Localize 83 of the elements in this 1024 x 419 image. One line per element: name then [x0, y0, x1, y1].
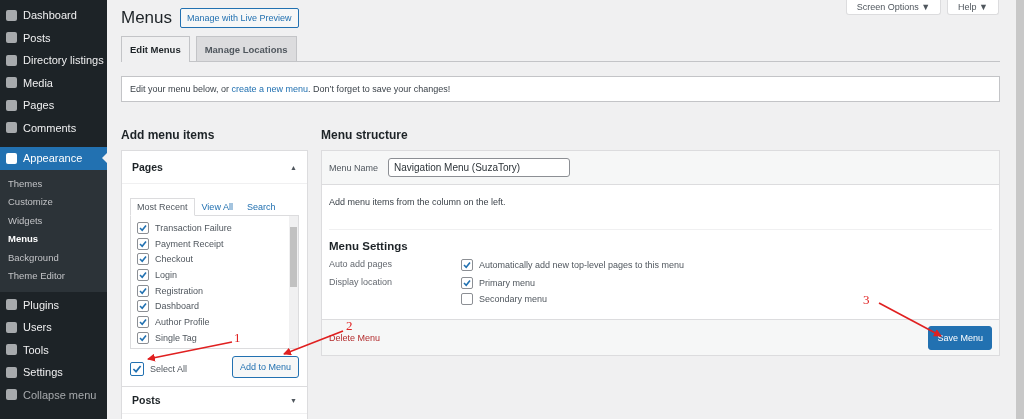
section-heading: Menu structure	[321, 128, 409, 142]
menu-icon	[6, 77, 17, 89]
screen-options-button[interactable]: Screen Options ▼	[845, 0, 942, 15]
sidebar-item[interactable]: Comments	[0, 116, 107, 139]
current-notch-icon	[102, 153, 107, 163]
nav-tab[interactable]: Edit Menus	[121, 36, 190, 62]
checkbox[interactable]	[137, 316, 149, 329]
panel-tab[interactable]: Most Recent	[130, 198, 195, 216]
menu-icon	[6, 122, 17, 134]
nav-tab[interactable]: Manage Locations	[195, 36, 297, 61]
sidebar-item[interactable]: Dashboard	[0, 4, 107, 27]
select-all-label: Select All	[150, 364, 188, 374]
menu-icon	[6, 32, 17, 44]
page-label: Dashboard	[155, 301, 200, 312]
select-all-checkbox[interactable]	[130, 362, 144, 376]
menu-icon	[6, 389, 17, 401]
submenu-item[interactable]: Background	[0, 248, 107, 267]
page-label: Registration	[155, 285, 204, 296]
page-scrollbar[interactable]	[1016, 0, 1024, 419]
menu-name-field[interactable]: Navigation Menu (SuzaTory)	[388, 158, 571, 177]
submenu-item[interactable]: Menus	[0, 230, 107, 249]
menu-name-label: Menu Name	[329, 162, 379, 173]
menu-icon	[6, 299, 17, 311]
option-label: Primary menu	[479, 278, 535, 288]
settings-heading: Menu Settings	[329, 240, 409, 252]
sidebar-item[interactable]: Plugins	[0, 293, 107, 316]
help-button[interactable]: Help ▼	[947, 0, 999, 15]
panel-tab[interactable]: View All	[194, 198, 240, 216]
submenu-item[interactable]: Themes	[0, 174, 107, 193]
sidebar-item[interactable]: Media	[0, 71, 107, 94]
sidebar-item[interactable]: Appearance	[0, 147, 107, 170]
sidebar-item[interactable]: Settings	[0, 361, 107, 384]
delete-menu-link[interactable]: Delete Menu	[329, 332, 381, 343]
checkbox[interactable]	[137, 222, 149, 234]
checkbox[interactable]	[137, 237, 149, 250]
sidebar-item[interactable]: Users	[0, 316, 107, 339]
add-to-menu-button[interactable]: Add to Menu	[231, 356, 299, 378]
annotation-number: 2	[346, 318, 353, 333]
menu-icon	[6, 321, 17, 333]
menu-icon	[6, 344, 17, 356]
notice-text: Edit your menu below, or create a new menu. Don’t forget to save your changes!	[130, 84, 451, 94]
menu-icon	[6, 54, 17, 66]
hint-text: Add menu items from the column on the left.	[329, 197, 507, 207]
list-scrollbar[interactable]	[289, 216, 298, 348]
page-label: Transaction Failure	[155, 223, 232, 233]
sidebar-item[interactable]: Directory listings	[0, 49, 107, 72]
menu-icon	[6, 9, 17, 21]
page-title: Menus	[121, 8, 173, 28]
accordion-title: Posts	[132, 394, 161, 406]
page-label: Payment Receipt	[155, 238, 224, 249]
annotation-arrow	[878, 302, 942, 337]
menu-icon	[6, 366, 17, 378]
section-heading: Add menu items	[121, 128, 216, 142]
page-label: Author Profile	[155, 317, 210, 328]
submenu-item[interactable]: Theme Editor	[0, 267, 107, 286]
panel-tab[interactable]: Search	[239, 198, 283, 216]
sidebar-item[interactable]: Collapse menu	[0, 383, 107, 406]
submenu-item[interactable]: Widgets	[0, 211, 107, 230]
sidebar-item[interactable]: Posts	[0, 26, 107, 49]
checkbox[interactable]	[137, 331, 149, 344]
option-label: Automatically add new top-level pages to this menu	[479, 260, 685, 270]
setting-label: Auto add pages	[329, 259, 394, 271]
annotation-number: 3	[863, 292, 870, 307]
checkbox[interactable]	[461, 277, 473, 289]
checkbox[interactable]	[461, 293, 473, 305]
page-label: Checkout	[155, 254, 194, 265]
sidebar-item[interactable]: Pages	[0, 94, 107, 117]
accordion-title: Pages	[132, 161, 163, 173]
page-label: Login	[155, 270, 178, 281]
menu-icon	[6, 99, 17, 111]
checkbox[interactable]	[461, 259, 473, 271]
annotation-number: 1	[234, 330, 241, 345]
checkbox[interactable]	[137, 300, 149, 313]
submenu-item[interactable]: Customize	[0, 193, 107, 212]
checkbox[interactable]	[137, 269, 149, 282]
menu-icon	[6, 152, 17, 164]
checkbox[interactable]	[137, 253, 149, 266]
page-label: Single Tag	[155, 332, 197, 343]
sidebar-item[interactable]: Tools	[0, 338, 107, 361]
live-preview-button[interactable]: Manage with Live Preview	[180, 8, 299, 28]
option-label: Secondary menu	[479, 294, 548, 304]
checkbox[interactable]	[137, 284, 149, 297]
setting-label: Display location	[329, 277, 394, 289]
